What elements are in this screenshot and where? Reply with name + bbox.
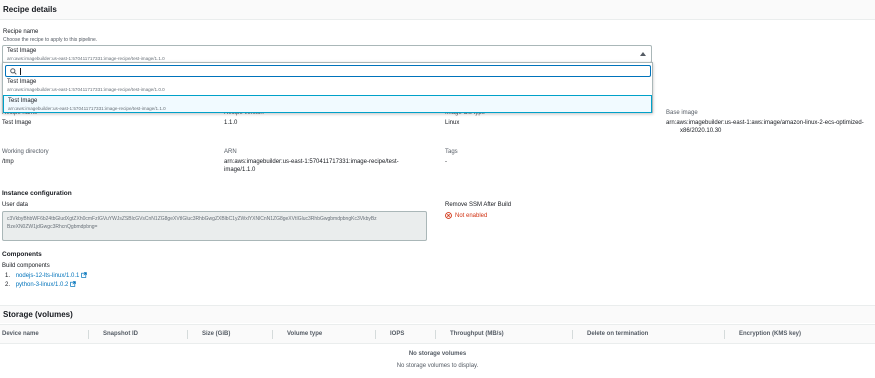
empty-state-message: No storage volumes to display. bbox=[396, 363, 479, 369]
column-divider bbox=[435, 330, 436, 339]
column-divider bbox=[572, 330, 573, 339]
arn-value: arn:aws:imagebuilder:us-east-1:570411717… bbox=[224, 159, 399, 173]
base-image-value: arn:aws:imagebuilder:us-east-1:aws:image… bbox=[666, 120, 864, 134]
recipe-option-name: Test Image bbox=[7, 79, 37, 85]
component-list-item: 1. nodejs-12-lts-linux/1.0.1 bbox=[5, 272, 88, 280]
text-cursor bbox=[20, 68, 21, 75]
tags-value: - bbox=[445, 159, 447, 165]
recipe-select-value: Test Image bbox=[7, 48, 37, 54]
external-link-icon[interactable] bbox=[70, 281, 77, 287]
column-header[interactable]: IOPS bbox=[390, 331, 404, 337]
error-icon bbox=[445, 212, 452, 219]
user-data-line: BzeXN0ZW1jdGwgc3RhcnQgbmdpbng= bbox=[7, 224, 98, 230]
storage-header bbox=[0, 305, 875, 323]
arn-label: ARN bbox=[224, 149, 237, 155]
tags-label: Tags bbox=[445, 149, 458, 155]
remove-ssm-label: Remove SSM After Build bbox=[445, 202, 512, 208]
instance-config-heading: Instance configuration bbox=[2, 190, 72, 197]
column-divider bbox=[187, 330, 188, 339]
recipe-select-arn: arn:aws:imagebuilder:us-east-1:570411717… bbox=[7, 56, 165, 61]
section-title: Recipe details bbox=[3, 5, 57, 14]
recipe-search-input[interactable] bbox=[5, 65, 651, 77]
column-divider bbox=[724, 330, 725, 339]
list-number: 2. bbox=[5, 282, 11, 288]
caret-up-icon[interactable] bbox=[640, 52, 646, 56]
column-header[interactable]: Snapshot ID bbox=[103, 331, 138, 337]
component-link[interactable]: nodejs-12-lts-linux/1.0.1 bbox=[16, 273, 80, 279]
column-header[interactable]: Volume type bbox=[287, 331, 322, 337]
recipe-name-field-label: Recipe name bbox=[3, 29, 39, 35]
recipe-option[interactable]: Test Image arn:aws:imagebuilder:us-east-… bbox=[3, 77, 652, 95]
storage-title: Storage (volumes) bbox=[3, 310, 73, 319]
list-number: 1. bbox=[5, 273, 11, 279]
recipe-name-value: Test Image bbox=[2, 120, 32, 126]
external-link-icon[interactable] bbox=[81, 272, 88, 278]
column-header[interactable]: Size (GiB) bbox=[202, 331, 230, 337]
build-components-label: Build components bbox=[2, 263, 50, 269]
recipe-select[interactable]: Test Image arn:aws:imagebuilder:us-east-… bbox=[2, 45, 652, 63]
column-divider bbox=[272, 330, 273, 339]
working-directory-value: /tmp bbox=[2, 159, 14, 165]
recipe-option-arn: arn:aws:imagebuilder:us-east-1:570411717… bbox=[8, 106, 166, 111]
recipe-dropdown-list: Test Image arn:aws:imagebuilder:us-east-… bbox=[2, 62, 653, 113]
os-type-value: Linux bbox=[445, 120, 460, 126]
column-header[interactable]: Delete on termination bbox=[587, 331, 648, 337]
recipe-option-name: Test Image bbox=[8, 98, 38, 104]
remove-ssm-status: Not enabled bbox=[455, 213, 488, 219]
components-heading: Components bbox=[2, 251, 42, 258]
recipe-option-arn: arn:aws:imagebuilder:us-east-1:570411717… bbox=[7, 87, 165, 92]
search-icon bbox=[10, 68, 17, 75]
component-link[interactable]: python-3-linux/1.0.2 bbox=[16, 282, 69, 288]
recipe-version-value: 1.1.0 bbox=[224, 120, 238, 126]
column-header[interactable]: Throughput (MB/s) bbox=[450, 331, 504, 337]
recipe-option-selected[interactable]: Test Image arn:aws:imagebuilder:us-east-… bbox=[3, 95, 652, 113]
user-data-label: User data bbox=[2, 202, 29, 208]
user-data-field[interactable]: c3VkbyBhbWF6b24tbGludXgtZXh0cmFzIGVuYWJs… bbox=[2, 211, 427, 241]
column-header[interactable]: Encryption (KMS key) bbox=[739, 331, 801, 337]
empty-state-title: No storage volumes bbox=[408, 351, 467, 357]
base-image-label: Base image bbox=[666, 110, 698, 116]
recipe-name-field-description: Choose the recipe to apply to this pipel… bbox=[3, 37, 98, 43]
working-directory-label: Working directory bbox=[2, 149, 49, 155]
user-data-line: c3VkbyBhbWF6b24tbGludXgtZXh0cmFzIGVuYWJs… bbox=[7, 216, 377, 222]
column-header[interactable]: Device name bbox=[2, 331, 39, 337]
column-divider bbox=[375, 330, 376, 339]
section-header bbox=[0, 0, 875, 20]
component-list-item: 2. python-3-linux/1.0.2 bbox=[5, 281, 77, 289]
column-divider bbox=[88, 330, 89, 339]
